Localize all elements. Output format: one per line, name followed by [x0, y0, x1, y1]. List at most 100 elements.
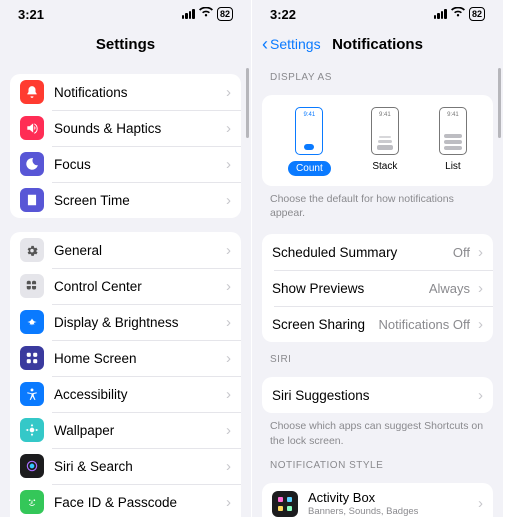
- settings-group-2: General›Control Center›ADisplay & Bright…: [10, 232, 241, 517]
- display-icon: A: [20, 310, 44, 334]
- row-screentime[interactable]: Screen Time›: [10, 182, 241, 218]
- row-faceid[interactable]: Face ID & Passcode ›: [10, 484, 241, 517]
- row-previews[interactable]: Show PreviewsAlways ›: [262, 270, 493, 306]
- preview-bars: [377, 136, 393, 150]
- battery-icon: 82: [469, 7, 485, 21]
- row-scheduled[interactable]: Scheduled SummaryOff›: [262, 234, 493, 270]
- chevron-right-icon: ›: [226, 84, 231, 101]
- scrollbar[interactable]: [246, 68, 249, 138]
- chevron-right-icon: ›: [226, 386, 231, 403]
- row-label: Notifications: [54, 85, 222, 100]
- chevron-right-icon: ›: [478, 387, 483, 404]
- display-as-group: 9:41 Count 9:41Stack 9:41List: [262, 95, 493, 186]
- wifi-icon: [199, 7, 213, 21]
- status-time: 3:22: [270, 7, 296, 22]
- row-value: Off: [453, 245, 470, 260]
- row-siri[interactable]: Siri & Search ›: [10, 448, 241, 484]
- row-sounds[interactable]: Sounds & Haptics›: [10, 110, 241, 146]
- row-label: Focus: [54, 157, 222, 172]
- row-controlcenter[interactable]: Control Center›: [10, 268, 241, 304]
- row-general[interactable]: General›: [10, 232, 241, 268]
- row-screenshare[interactable]: Screen SharingNotifications Off ›: [262, 306, 493, 342]
- siri-icon: [20, 454, 44, 478]
- phone-preview-icon: 9:41: [295, 107, 323, 155]
- chevron-right-icon: ›: [478, 280, 483, 297]
- section-siri: SIRI: [262, 342, 493, 369]
- row-notifications[interactable]: Notifications ›: [10, 74, 241, 110]
- page-title: Settings: [96, 36, 155, 53]
- controlcenter-icon: [20, 274, 44, 298]
- preview-time: 9:41: [372, 112, 398, 118]
- display-as-footer: Choose the default for how notifications…: [262, 186, 493, 220]
- homescreen-icon: [20, 346, 44, 370]
- status-bar: 3:22 82: [252, 0, 503, 28]
- row-siri-suggestions[interactable]: Siri Suggestions ›: [262, 377, 493, 413]
- notifications-list[interactable]: DISPLAY AS 9:41 Count 9:41Stack 9:41List Ch…: [252, 60, 503, 517]
- row-homescreen[interactable]: Home Screen ›: [10, 340, 241, 376]
- chevron-right-icon: ›: [226, 350, 231, 367]
- section-display-as: DISPLAY AS: [262, 60, 493, 87]
- chevron-right-icon: ›: [478, 316, 483, 333]
- back-label: Settings: [270, 36, 321, 52]
- navbar: ‹ Settings Notifications: [252, 28, 503, 60]
- wallpaper-icon: [20, 418, 44, 442]
- activitybox-app-icon: [272, 491, 298, 517]
- status-icons: 82: [182, 7, 233, 21]
- sounds-icon: [20, 116, 44, 140]
- row-value: Notifications Off: [378, 317, 470, 332]
- row-display[interactable]: ADisplay & Brightness›: [10, 304, 241, 340]
- chevron-right-icon: ›: [226, 494, 231, 511]
- display-option-count[interactable]: 9:41 Count: [288, 107, 331, 176]
- battery-icon: 82: [217, 7, 233, 21]
- row-label: Face ID & Passcode: [54, 495, 222, 510]
- display-option-label: Count: [288, 161, 331, 176]
- display-as-options: 9:41 Count 9:41Stack 9:41List: [262, 95, 493, 186]
- chevron-left-icon: ‹: [262, 35, 268, 53]
- phone-preview-icon: 9:41: [439, 107, 467, 155]
- app-info: Activity BoxBanners, Sounds, Badges: [308, 490, 474, 517]
- preview-bars: [304, 144, 314, 150]
- prefs-group: Scheduled SummaryOff›Show PreviewsAlways…: [262, 234, 493, 342]
- cellular-icon: [434, 9, 447, 19]
- wifi-icon: [451, 7, 465, 21]
- chevron-right-icon: ›: [226, 242, 231, 259]
- accessibility-icon: [20, 382, 44, 406]
- siri-group: Siri Suggestions ›: [262, 377, 493, 413]
- settings-screen: 3:21 82 Settings Notifications›Sounds & …: [0, 0, 252, 517]
- faceid-icon: [20, 490, 44, 514]
- page-title: Notifications: [332, 36, 423, 53]
- preview-time: 9:41: [440, 112, 466, 118]
- chevron-right-icon: ›: [226, 458, 231, 475]
- row-value: Always: [429, 281, 470, 296]
- chevron-right-icon: ›: [226, 156, 231, 173]
- app-name: Activity Box: [308, 490, 474, 505]
- back-button[interactable]: ‹ Settings: [262, 35, 321, 53]
- row-label: Siri & Search: [54, 459, 222, 474]
- row-label: Show Previews: [272, 281, 429, 296]
- row-label: Screen Sharing: [272, 317, 378, 332]
- row-focus[interactable]: Focus ›: [10, 146, 241, 182]
- preview-time: 9:41: [296, 112, 322, 118]
- phone-preview-icon: 9:41: [371, 107, 399, 155]
- settings-list[interactable]: Notifications›Sounds & Haptics›Focus›Scr…: [0, 60, 251, 517]
- row-label: Accessibility: [54, 387, 222, 402]
- app-sub: Banners, Sounds, Badges: [308, 506, 474, 517]
- notifications-screen: 3:22 82 ‹ Settings Notifications DISPLAY…: [252, 0, 504, 517]
- preview-bars: [444, 134, 462, 150]
- section-notification-style: NOTIFICATION STYLE: [262, 448, 493, 475]
- status-icons: 82: [434, 7, 485, 21]
- general-icon: [20, 238, 44, 262]
- scrollbar[interactable]: [498, 68, 501, 138]
- row-accessibility[interactable]: Accessibility ›: [10, 376, 241, 412]
- row-label: Siri Suggestions: [272, 388, 474, 403]
- display-option-list[interactable]: 9:41List: [439, 107, 467, 176]
- navbar: Settings: [0, 28, 251, 60]
- row-wallpaper[interactable]: Wallpaper›: [10, 412, 241, 448]
- row-label: Home Screen: [54, 351, 222, 366]
- display-option-stack[interactable]: 9:41Stack: [371, 107, 399, 176]
- app-row-activitybox[interactable]: Activity BoxBanners, Sounds, Badges›: [262, 483, 493, 517]
- chevron-right-icon: ›: [478, 244, 483, 261]
- row-label: Sounds & Haptics: [54, 121, 222, 136]
- row-label: Screen Time: [54, 193, 222, 208]
- svg-text:A: A: [29, 319, 34, 326]
